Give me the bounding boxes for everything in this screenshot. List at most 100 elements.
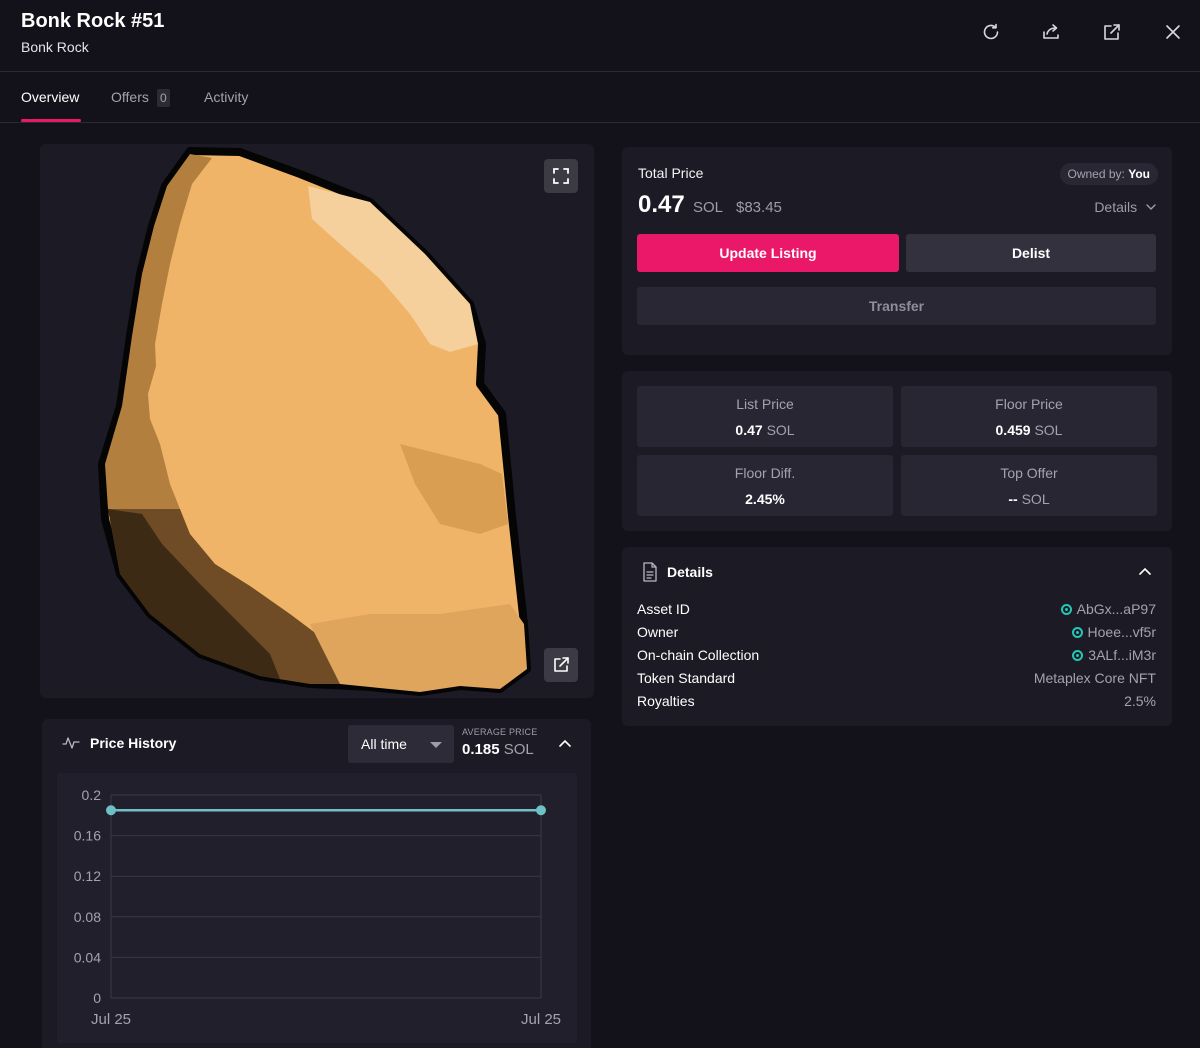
price-usd: $83.45 <box>736 199 782 216</box>
transfer-button[interactable]: Transfer <box>637 287 1156 325</box>
open-image-button[interactable] <box>544 648 578 682</box>
y-tick-label: 0.16 <box>74 828 101 844</box>
x-tick-label: Jul 25 <box>521 1011 561 1028</box>
stat-label: Floor Diff. <box>734 465 796 481</box>
detail-row-owner: Owner Hoee...vf5r <box>637 624 1156 644</box>
detail-row-token-standard: Token Standard Metaplex Core NFT <box>637 670 1156 690</box>
external-link-icon[interactable] <box>1100 20 1124 44</box>
fullscreen-button[interactable] <box>544 159 578 193</box>
detail-value: 2.5% <box>1124 693 1156 709</box>
collection-name[interactable]: Bonk Rock <box>21 39 89 55</box>
stat-number: 0.459 <box>995 422 1031 438</box>
details-title: Details <box>667 564 713 580</box>
activity-icon <box>62 737 80 749</box>
owned-by-badge: Owned by: You <box>1059 163 1158 185</box>
expand-icon <box>553 168 569 184</box>
detail-value: Hoee...vf5r <box>1087 624 1156 640</box>
nft-image[interactable] <box>40 144 594 698</box>
time-range-value: All time <box>361 736 407 752</box>
price-details-label: Details <box>1094 199 1138 215</box>
stat-label: Top Offer <box>1000 465 1058 481</box>
stat-value: 0.47 SOL <box>637 422 893 438</box>
data-point <box>106 805 116 816</box>
chevron-up-icon[interactable] <box>558 738 572 748</box>
chevron-up-icon[interactable] <box>1138 566 1152 576</box>
tab-overview[interactable]: Overview <box>21 89 79 105</box>
owned-by-value: You <box>1128 167 1150 181</box>
detail-key: Owner <box>637 624 679 640</box>
detail-value-link[interactable]: AbGx...aP97 <box>1060 601 1156 617</box>
tab-offers[interactable]: Offers 0 <box>111 89 170 108</box>
detail-key: Asset ID <box>637 601 690 617</box>
average-price-number: 0.185 <box>462 741 500 758</box>
delist-button[interactable]: Delist <box>906 234 1156 272</box>
price-history-chart: 0.2 0.16 0.12 0.08 0.04 0 Jul 25 Jul 25 <box>74 787 561 1028</box>
price-history-title: Price History <box>90 735 177 751</box>
y-tick-label: 0.04 <box>74 949 101 965</box>
data-point <box>536 805 546 816</box>
detail-value: Metaplex Core NFT <box>1033 670 1156 686</box>
solana-explorer-icon <box>1071 627 1083 638</box>
detail-key: On-chain Collection <box>637 647 760 663</box>
detail-value: 3ALf...iM3r <box>1088 647 1156 663</box>
stat-list-price: List Price 0.47 SOL <box>637 386 893 447</box>
stat-value: 0.459 SOL <box>901 422 1157 438</box>
average-price-unit: SOL <box>503 741 534 758</box>
stat-label: Floor Price <box>995 396 1063 412</box>
modal-header: Bonk Rock #51 Bonk Rock <box>0 0 1200 72</box>
price-details-toggle[interactable]: Details <box>1094 199 1156 215</box>
stat-floor-diff: Floor Diff. 2.45% <box>637 455 893 516</box>
refresh-icon[interactable] <box>979 20 1003 44</box>
chevron-down-icon <box>1146 204 1156 210</box>
stats-panel: List Price 0.47 SOL Floor Price 0.459 SO… <box>622 371 1172 531</box>
detail-key: Token Standard <box>637 670 736 686</box>
share-icon[interactable] <box>1039 20 1063 44</box>
tab-bar: Overview Offers 0 Activity <box>0 72 1200 123</box>
external-link-icon <box>554 657 569 672</box>
details-panel: Details Asset ID AbGx...aP97 Owner Hoee.… <box>622 547 1172 726</box>
detail-key: Royalties <box>637 693 695 709</box>
average-price-label: AVERAGE PRICE <box>462 727 538 737</box>
x-tick-label: Jul 25 <box>91 1011 131 1028</box>
offers-count-badge: 0 <box>156 89 170 108</box>
stat-unit: SOL <box>1034 422 1063 438</box>
total-price-label: Total Price <box>638 165 704 181</box>
nft-title: Bonk Rock #51 <box>21 10 165 32</box>
owned-by-label: Owned by: <box>1067 167 1125 181</box>
time-range-select[interactable]: All time <box>348 725 454 763</box>
solana-explorer-icon <box>1072 650 1084 661</box>
close-icon[interactable] <box>1161 20 1185 44</box>
stat-unit: SOL <box>766 422 795 438</box>
document-icon <box>643 562 657 582</box>
detail-row-collection: On-chain Collection 3ALf...iM3r <box>637 647 1156 667</box>
detail-row-royalties: Royalties 2.5% <box>637 693 1156 713</box>
stat-value: 2.45% <box>637 491 893 507</box>
stat-top-offer: Top Offer -- SOL <box>901 455 1157 516</box>
detail-value: AbGx...aP97 <box>1076 601 1156 617</box>
active-tab-indicator <box>21 119 81 122</box>
tab-label: Activity <box>204 89 249 105</box>
detail-value-link[interactable]: 3ALf...iM3r <box>1072 647 1156 663</box>
listing-panel: Total Price Owned by: You 0.47 SOL $83.4… <box>622 147 1172 355</box>
stat-value: -- SOL <box>901 491 1157 507</box>
update-listing-button[interactable]: Update Listing <box>637 234 899 272</box>
tab-activity[interactable]: Activity <box>204 89 248 105</box>
y-tick-label: 0.08 <box>74 909 101 925</box>
tab-label: Offers <box>111 89 149 105</box>
stat-unit: SOL <box>1021 491 1050 507</box>
stat-floor-price: Floor Price 0.459 SOL <box>901 386 1157 447</box>
average-price-value: 0.185 SOL <box>462 741 534 758</box>
nft-image-card <box>40 144 594 698</box>
price-unit: SOL <box>693 199 724 216</box>
price-history-panel: Price History All time AVERAGE PRICE 0.1… <box>42 719 591 1048</box>
y-tick-label: 0.2 <box>82 787 102 803</box>
total-price-value: 0.47 <box>638 191 685 218</box>
detail-value-link[interactable]: Hoee...vf5r <box>1071 624 1156 640</box>
stat-label: List Price <box>736 396 794 412</box>
stat-number: 0.47 <box>735 422 763 438</box>
y-tick-label: 0 <box>93 990 101 1006</box>
y-tick-label: 0.12 <box>74 868 101 884</box>
caret-down-icon <box>430 742 442 748</box>
solana-explorer-icon <box>1060 604 1072 615</box>
stat-number: -- <box>1008 491 1018 507</box>
